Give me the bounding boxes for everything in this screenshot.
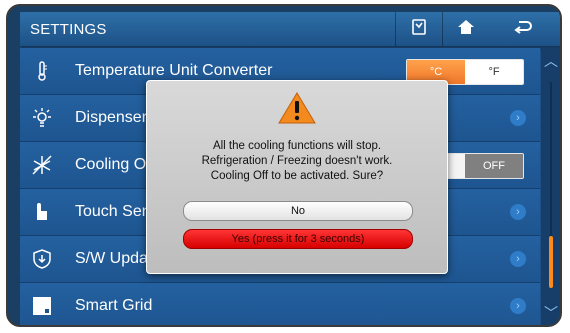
modal-overlay: All the cooling functions will stop. Ref… [20,12,560,325]
confirm-dialog: All the cooling functions will stop. Ref… [146,80,448,274]
device-frame: SETTINGS Temperature Unit Converter °C °… [6,4,562,327]
dialog-message: All the cooling functions will stop. Ref… [147,139,447,184]
settings-screen: SETTINGS Temperature Unit Converter °C °… [20,12,560,325]
yes-button[interactable]: Yes (press it for 3 seconds) [183,229,413,249]
message-line: Cooling Off to be activated. Sure? [210,170,384,182]
warning-icon [277,91,317,125]
message-line: All the cooling functions will stop. [212,140,382,152]
no-button[interactable]: No [183,201,413,221]
message-line: Refrigeration / Freezing doesn't work. [201,155,393,167]
